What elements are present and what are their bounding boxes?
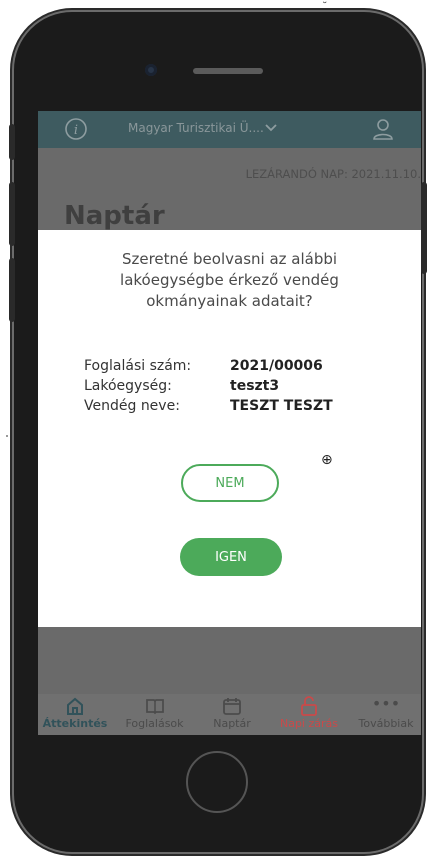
- power-button: [421, 182, 427, 274]
- user-icon[interactable]: [371, 117, 395, 141]
- front-camera: [145, 64, 157, 76]
- chevron-down-icon[interactable]: [264, 120, 278, 138]
- dialog-question: Szeretné beolvasni az alábbi lakóegységb…: [38, 249, 421, 312]
- app-header: i Magyar Turisztikai Ü....: [38, 111, 421, 148]
- mute-switch: [9, 124, 15, 160]
- svg-text:i: i: [74, 123, 78, 138]
- home-icon: [38, 695, 112, 717]
- more-icon: •••: [371, 694, 401, 713]
- speaker-grille: [193, 68, 263, 74]
- crosshair-icon: ⊕: [321, 452, 333, 468]
- guest-name-label: Vendég neve:: [84, 398, 180, 414]
- organization-selector[interactable]: Magyar Turisztikai Ü....: [128, 121, 264, 135]
- volume-up-button: [9, 182, 15, 246]
- booking-number-value: 2021/00006: [230, 358, 323, 374]
- dialog-question-line: lakóegységbe érkező vendég: [120, 271, 339, 289]
- guest-name-value: TESZT TESZT: [230, 398, 333, 414]
- confirm-dialog: Szeretné beolvasni az alábbi lakóegységb…: [38, 230, 421, 627]
- booking-number-label: Foglalási szám:: [84, 358, 192, 374]
- tab-overview-label: Áttekintés: [42, 717, 108, 730]
- tab-calendar-label: Naptár: [213, 717, 251, 730]
- tab-overview[interactable]: Áttekintés: [38, 694, 112, 735]
- unit-value: teszt3: [230, 378, 280, 394]
- tab-daily-close[interactable]: Napi zárás: [267, 694, 351, 735]
- tab-daily-close-label: Napi zárás: [279, 717, 338, 730]
- app-screen: i Magyar Turisztikai Ü.... LEZÁRANDÓ NAP…: [38, 111, 421, 735]
- tab-calendar[interactable]: Naptár: [197, 694, 267, 735]
- yes-button[interactable]: IGEN: [180, 538, 282, 576]
- lock-icon: [267, 695, 351, 717]
- tab-bookings[interactable]: Foglalások: [112, 694, 197, 735]
- tab-more-label: Továbbiak: [358, 717, 414, 730]
- no-button[interactable]: NEM: [181, 464, 279, 502]
- volume-down-button: [9, 258, 15, 322]
- dialog-question-line: Szeretné beolvasni az alábbi: [121, 250, 338, 268]
- tab-bookings-label: Foglalások: [125, 717, 184, 730]
- dialog-question-line: okmányainak adatait?: [146, 292, 313, 310]
- bottom-tab-bar: Áttekintés Foglalások Naptár Napi zárás …: [38, 694, 421, 735]
- stray-dot: [6, 435, 8, 437]
- tab-more[interactable]: ••• Továbbiak: [351, 694, 421, 735]
- closing-day-label: LEZÁRANDÓ NAP: 2021.11.10.: [245, 167, 421, 181]
- home-button[interactable]: [186, 751, 248, 813]
- page-title: Naptár: [64, 201, 165, 231]
- unit-label: Lakóegység:: [84, 378, 172, 394]
- info-icon[interactable]: i: [64, 117, 88, 141]
- calendar-icon: [197, 695, 267, 717]
- book-icon: [112, 695, 197, 717]
